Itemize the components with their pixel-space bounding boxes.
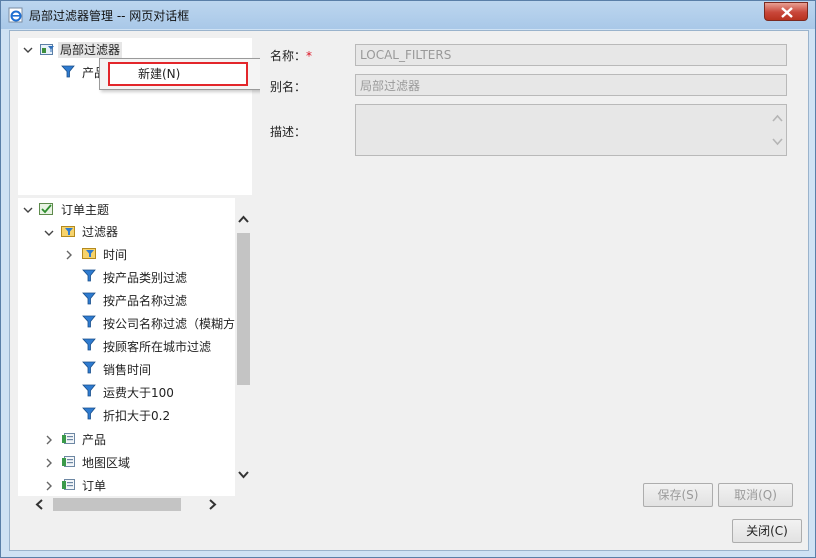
context-menu-new-item[interactable]: 新建(N) (108, 62, 248, 86)
cancel-button[interactable]: 取消(Q) (718, 483, 793, 507)
name-field[interactable] (355, 44, 787, 66)
tree-item-order-folder[interactable]: 订单 (82, 478, 106, 494)
collapsed-caret-icon[interactable] (44, 435, 54, 445)
horizontal-scrollbar[interactable] (18, 496, 252, 513)
filter-icon (82, 269, 96, 282)
collapsed-caret-icon[interactable] (44, 458, 54, 468)
scroll-up-icon[interactable] (238, 215, 249, 223)
tree-item-map-region-folder[interactable]: 地图区域 (82, 455, 130, 471)
scroll-down-icon[interactable] (238, 471, 249, 479)
collapsed-caret-icon[interactable] (44, 481, 54, 491)
vertical-scroll-thumb[interactable] (237, 233, 250, 385)
vertical-scrollbar[interactable] (235, 198, 252, 496)
expanded-caret-icon[interactable] (44, 228, 54, 238)
scroll-left-icon[interactable] (35, 499, 43, 510)
filter-icon (82, 315, 96, 328)
filter-folder-icon (40, 44, 54, 55)
title-bar[interactable]: 局部过滤器管理 -- 网页对话框 (1, 1, 815, 29)
dimension-folder-icon (62, 479, 75, 490)
tree-root-local-filters[interactable]: 局部过滤器 (58, 42, 123, 58)
tree-item-filter[interactable]: 按公司名称过滤（模糊方 (103, 316, 235, 332)
window-title: 局部过滤器管理 -- 网页对话框 (29, 9, 190, 23)
subject-check-icon (39, 203, 53, 215)
dimension-folder-icon (62, 456, 75, 467)
context-menu: 新建(N) (99, 58, 262, 90)
textarea-scroll-down-icon[interactable] (772, 138, 783, 146)
name-label: 名称：* (270, 49, 313, 63)
filter-icon (61, 65, 75, 78)
tree-item-filter[interactable]: 运费大于100 (103, 385, 174, 401)
close-icon (781, 7, 793, 18)
filter-icon (82, 407, 96, 420)
expanded-caret-icon[interactable] (23, 205, 33, 215)
filter-icon (82, 384, 96, 397)
required-mark: * (306, 49, 313, 63)
ie-page-icon (8, 7, 23, 23)
tree-item-filter[interactable]: 按产品名称过滤 (103, 293, 187, 309)
expanded-caret-icon[interactable] (23, 45, 33, 55)
filter-folder-icon (61, 226, 75, 237)
tree-item-filter[interactable]: 按顾客所在城市过滤 (103, 339, 211, 355)
filter-icon (82, 361, 96, 374)
tree-item-filter[interactable]: 销售时间 (103, 362, 151, 378)
collapsed-caret-icon[interactable] (64, 250, 74, 260)
alias-label: 别名： (270, 80, 307, 94)
tree-item-filters[interactable]: 过滤器 (82, 224, 118, 240)
tree-item-filter[interactable]: 折扣大于0.2 (103, 408, 170, 424)
save-button[interactable]: 保存(S) (643, 483, 713, 507)
horizontal-scroll-thumb[interactable] (53, 498, 181, 511)
tree-item-time-folder[interactable]: 时间 (103, 247, 127, 263)
dimension-folder-icon (62, 433, 75, 444)
filter-folder-icon (82, 248, 96, 259)
alias-field[interactable] (355, 74, 787, 96)
tree-item-product-folder[interactable]: 产品 (82, 432, 106, 448)
filter-icon (82, 292, 96, 305)
tree-root-order-subject[interactable]: 订单主题 (61, 202, 109, 218)
scroll-right-icon[interactable] (209, 499, 217, 510)
close-button[interactable]: 关闭(C) (732, 519, 802, 543)
description-field[interactable] (355, 104, 787, 156)
textarea-scroll-up-icon[interactable] (772, 114, 783, 122)
tree-item-filter[interactable]: 按产品类别过滤 (103, 270, 187, 286)
window-close-button[interactable] (764, 2, 808, 21)
description-label: 描述： (270, 125, 307, 139)
filter-icon (82, 338, 96, 351)
